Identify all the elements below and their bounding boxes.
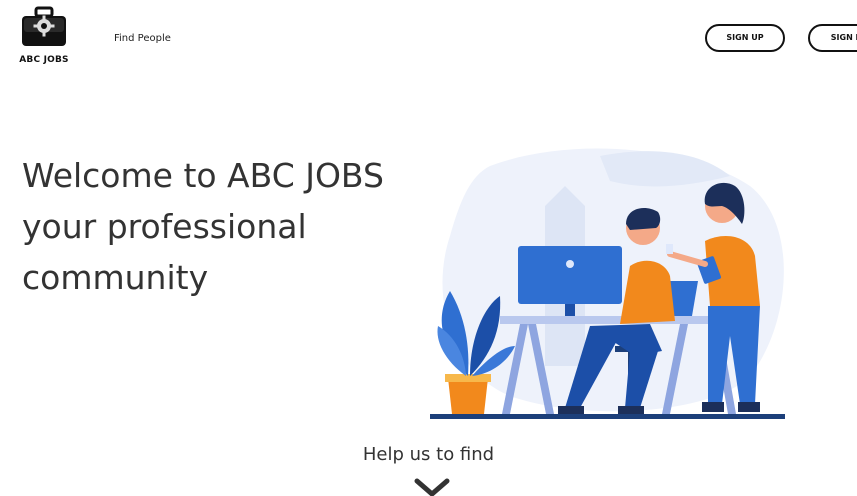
briefcase-gear-icon	[22, 6, 66, 46]
help-prompt: Help us to find	[362, 444, 495, 465]
logo-text: ABC JOBS	[19, 55, 69, 65]
hero-line-2: your professional	[22, 207, 307, 246]
sign-up-button[interactable]: SIGN UP	[705, 24, 785, 52]
hero-heading: Welcome to ABC JOBS your professional co…	[22, 150, 422, 303]
logo[interactable]: ABC JOBS	[14, 6, 74, 68]
office-illustration	[430, 148, 785, 419]
sign-in-button[interactable]: SIGN IN	[808, 24, 857, 52]
nav-find-people[interactable]: Find People	[114, 33, 171, 44]
chevron-down-icon[interactable]	[414, 478, 450, 496]
hero-line-3: community	[22, 258, 209, 297]
hero-line-1: Welcome to ABC JOBS	[22, 156, 384, 195]
